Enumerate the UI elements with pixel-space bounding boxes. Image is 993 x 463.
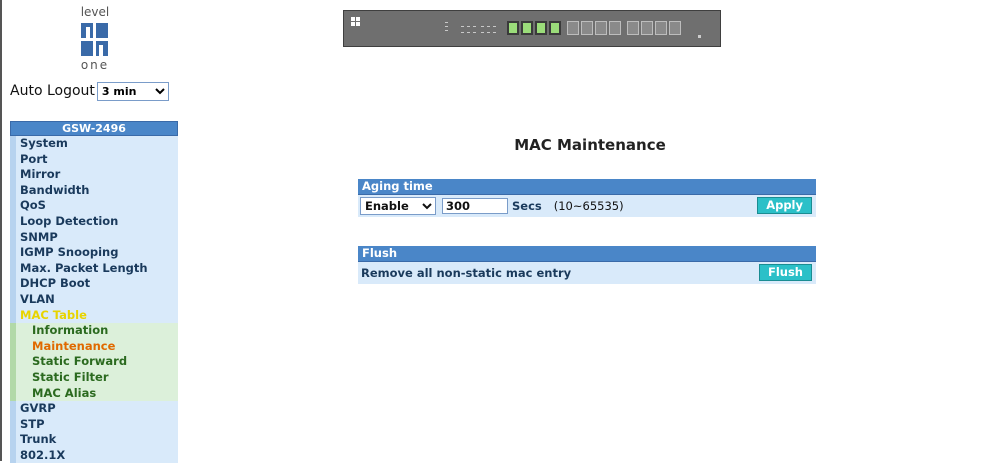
auto-logout-label: Auto Logout bbox=[10, 83, 95, 99]
switch-front-panel-image bbox=[343, 10, 721, 47]
submenu-item-static-forward[interactable]: Static Forward bbox=[10, 354, 178, 370]
port-icon bbox=[641, 21, 653, 35]
menu-item-gvrp[interactable]: GVRP bbox=[10, 401, 178, 417]
menu-item-bandwidth[interactable]: Bandwidth bbox=[10, 182, 178, 199]
menu-item-max-packet-length[interactable]: Max. Packet Length bbox=[10, 260, 178, 277]
submenu-item-static-filter[interactable]: Static Filter bbox=[10, 369, 178, 386]
levelone-mark-icon bbox=[81, 23, 108, 56]
port-group bbox=[567, 21, 621, 35]
menu-item-trunk[interactable]: Trunk bbox=[10, 432, 178, 448]
flush-description: Remove all non-static mac entry bbox=[361, 266, 572, 280]
menu-item-snmp[interactable]: SNMP bbox=[10, 229, 178, 246]
port-group-active bbox=[507, 21, 561, 35]
menu-item-system[interactable]: System bbox=[10, 136, 178, 152]
port-icon bbox=[507, 21, 519, 35]
left-frame: level one Auto Logout 3 min GSW-2496 Sys… bbox=[0, 0, 190, 463]
port-icon bbox=[609, 21, 621, 35]
aging-time-input[interactable] bbox=[442, 198, 508, 214]
page-title: MAC Maintenance bbox=[514, 136, 666, 154]
device-logo-icon bbox=[351, 17, 360, 26]
aging-range-label: (10~65535) bbox=[553, 199, 624, 213]
port-icon bbox=[655, 21, 667, 35]
status-leds-icon bbox=[445, 22, 496, 33]
menu-item-vlan[interactable]: VLAN bbox=[10, 291, 178, 308]
levelone-logo: level one bbox=[66, 6, 124, 72]
menu-item-loop-detection[interactable]: Loop Detection bbox=[10, 213, 178, 230]
port-icon bbox=[549, 21, 561, 35]
aging-mode-select[interactable]: Enable bbox=[360, 197, 436, 215]
port-icon bbox=[669, 21, 681, 35]
submenu-item-maintenance[interactable]: Maintenance bbox=[10, 338, 178, 355]
submenu-item-information[interactable]: Information bbox=[10, 323, 178, 339]
auto-logout-select[interactable]: 3 min bbox=[96, 81, 169, 101]
menu-item-port[interactable]: Port bbox=[10, 151, 178, 168]
aging-time-row: Enable Secs (10~65535) Apply bbox=[358, 195, 816, 217]
apply-button[interactable]: Apply bbox=[757, 197, 812, 214]
logo-top-text: level bbox=[80, 5, 110, 19]
device-indicator-dot bbox=[698, 35, 701, 38]
port-icon bbox=[627, 21, 639, 35]
auto-logout: Auto Logout 3 min bbox=[10, 80, 169, 102]
submenu-item-mac-alias[interactable]: MAC Alias bbox=[10, 385, 178, 402]
port-icon bbox=[595, 21, 607, 35]
flush-button[interactable]: Flush bbox=[758, 264, 812, 281]
flush-row: Remove all non-static mac entry Flush bbox=[358, 262, 816, 284]
menu-item-mac-table[interactable]: MAC Table bbox=[10, 307, 178, 324]
logo-bottom-text: one bbox=[80, 58, 110, 72]
flush-panel: Flush Remove all non-static mac entry Fl… bbox=[358, 246, 816, 284]
aging-time-panel: Aging time Enable Secs (10~65535) Apply bbox=[358, 179, 816, 217]
port-group bbox=[627, 21, 681, 35]
menu-item-qos[interactable]: QoS bbox=[10, 198, 178, 214]
port-icon bbox=[521, 21, 533, 35]
menu-item-igmp-snooping[interactable]: IGMP Snooping bbox=[10, 245, 178, 261]
menu-item-dhcp-boot[interactable]: DHCP Boot bbox=[10, 276, 178, 292]
aging-time-header: Aging time bbox=[358, 179, 816, 195]
nav-menu: GSW-2496 System Port Mirror Bandwidth Qo… bbox=[10, 121, 178, 463]
menu-title: GSW-2496 bbox=[10, 121, 178, 136]
menu-item-stp[interactable]: STP bbox=[10, 416, 178, 433]
port-icon bbox=[567, 21, 579, 35]
menu-item-mirror[interactable]: Mirror bbox=[10, 167, 178, 183]
port-icon bbox=[581, 21, 593, 35]
port-row bbox=[507, 21, 681, 35]
flush-header: Flush bbox=[358, 246, 816, 262]
port-icon bbox=[535, 21, 547, 35]
aging-unit-label: Secs bbox=[512, 199, 542, 213]
